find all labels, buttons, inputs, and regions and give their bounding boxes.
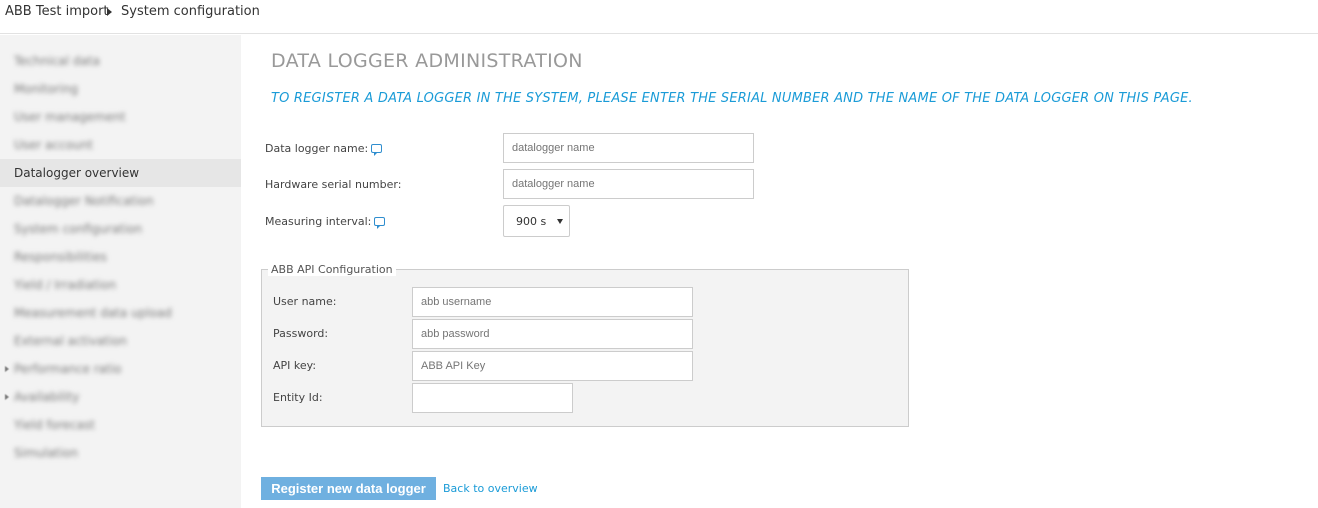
measuring-interval-value: 900 s (516, 215, 547, 228)
data-logger-name-input[interactable] (503, 133, 754, 163)
sidebar-item-measurement-upload[interactable]: Measurement data upload (0, 299, 241, 327)
caret-right-icon (5, 394, 9, 400)
entity-id-label: Entity Id: (273, 391, 323, 404)
api-username-input[interactable] (412, 287, 693, 317)
top-bar: ABB Test import System configuration (0, 0, 1318, 34)
sidebar-item-system-configuration[interactable]: System configuration (0, 215, 241, 243)
measuring-interval-select[interactable]: 900 s (503, 205, 570, 237)
back-to-overview-link[interactable]: Back to overview (443, 482, 538, 496)
sidebar-item-monitoring[interactable]: Monitoring (0, 75, 241, 103)
sidebar-item-simulation[interactable]: Simulation (0, 439, 241, 467)
sidebar-item-user-management[interactable]: User management (0, 103, 241, 131)
entity-id-input[interactable] (412, 383, 573, 413)
sidebar-item-external-activation[interactable]: External activation (0, 327, 241, 355)
caret-down-icon (557, 219, 563, 224)
sidebar-item-availability[interactable]: Availability (0, 383, 241, 411)
sidebar-item-responsibilities[interactable]: Responsibilities (0, 243, 241, 271)
caret-right-icon (5, 366, 9, 372)
measuring-interval-label: Measuring interval: (265, 215, 386, 229)
sidebar-item-performance-ratio[interactable]: Performance ratio (0, 355, 241, 383)
speech-bubble-icon[interactable] (371, 144, 383, 156)
api-key-input[interactable] (412, 351, 693, 381)
page-title: DATA LOGGER ADMINISTRATION (271, 50, 583, 72)
api-password-input[interactable] (412, 319, 693, 349)
breadcrumb-item-current: System configuration (121, 4, 260, 19)
speech-bubble-icon[interactable] (374, 217, 386, 229)
hardware-serial-input[interactable] (503, 169, 754, 199)
api-key-label: API key: (273, 359, 317, 372)
caret-right-icon (107, 8, 112, 16)
sidebar-item-yield-irradiation[interactable]: Yield / Irradiation (0, 271, 241, 299)
hardware-serial-label: Hardware serial number: (265, 178, 402, 191)
sidebar: Technical data Monitoring User managemen… (0, 35, 241, 508)
sidebar-item-technical-data[interactable]: Technical data (0, 47, 241, 75)
register-data-logger-button[interactable]: Register new data logger (261, 477, 436, 500)
api-password-label: Password: (273, 327, 329, 340)
api-configuration-legend: ABB API Configuration (268, 263, 396, 276)
instruction-text: TO REGISTER A DATA LOGGER IN THE SYSTEM,… (271, 91, 1193, 106)
sidebar-item-yield-forecast[interactable]: Yield forecast (0, 411, 241, 439)
sidebar-item-user-account[interactable]: User account (0, 131, 241, 159)
api-username-label: User name: (273, 295, 337, 308)
data-logger-name-label: Data logger name: (265, 142, 383, 156)
sidebar-item-label: Datalogger overview (14, 166, 140, 180)
sidebar-item-datalogger-notification[interactable]: Datalogger Notification (0, 187, 241, 215)
breadcrumb-item-project[interactable]: ABB Test import (5, 4, 109, 20)
sidebar-item-datalogger-overview[interactable]: Datalogger overview (0, 159, 241, 187)
